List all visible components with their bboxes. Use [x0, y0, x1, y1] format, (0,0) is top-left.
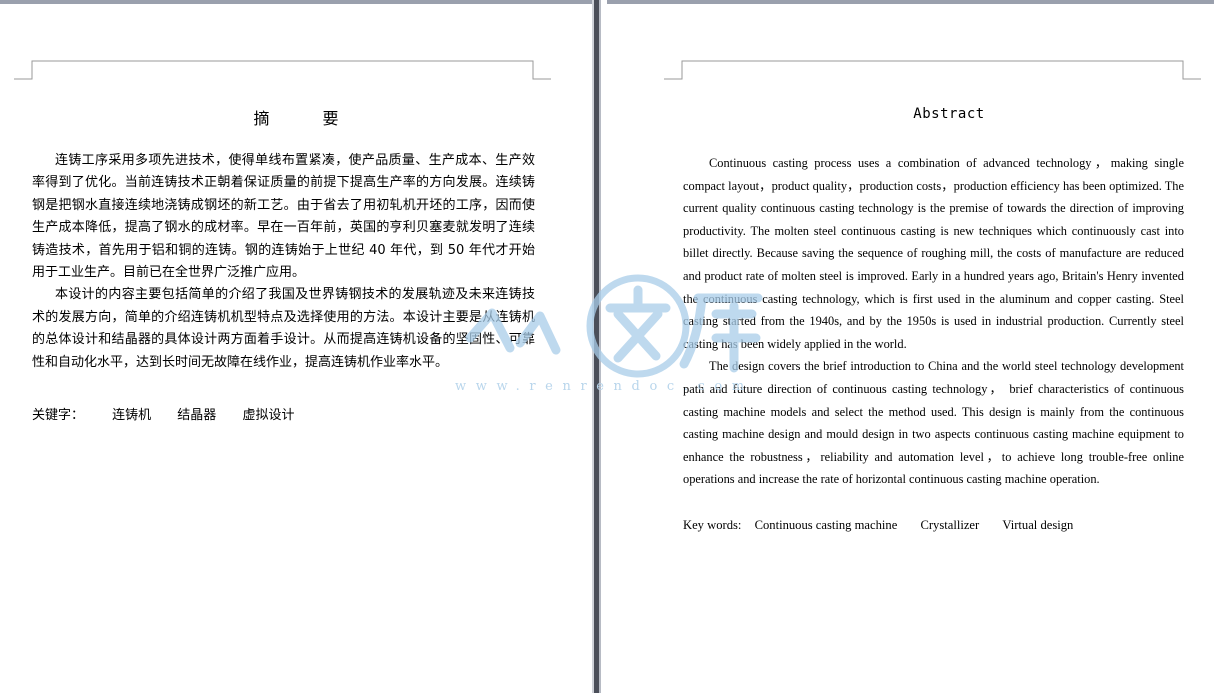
keyword: 结晶器 [177, 408, 217, 423]
keywords-line-zh: 关键字： 连铸机 结晶器 虚拟设计 [32, 404, 316, 423]
keyword: Continuous casting machine [754, 518, 898, 532]
page-title: Abstract [913, 106, 985, 122]
page-header-corner-marks [609, 4, 1214, 94]
paragraph: 本设计的内容主要包括简单的介绍了我国及世界铸钢技术的发展轨迹及未来连铸技术的发展… [32, 287, 535, 370]
paragraph: Continuous casting process uses a combin… [683, 156, 1184, 351]
keyword: 连铸机 [112, 408, 152, 423]
keyword: Virtual design [1002, 518, 1074, 532]
abstract-body-en: Continuous casting process uses a combin… [683, 152, 1184, 491]
keywords-label: 关键字： [32, 408, 85, 423]
paragraph: 连铸工序采用多项先进技术，使得单线布置紧凑，使产品质量、生产成本、生产效率得到了… [32, 153, 535, 281]
page-header-corner-marks [0, 4, 592, 94]
keyword: Crystallizer [920, 518, 980, 532]
abstract-body-zh: 连铸工序采用多项先进技术，使得单线布置紧凑，使产品质量、生产成本、生产效率得到了… [32, 150, 535, 374]
keyword: 虚拟设计 [242, 408, 295, 423]
document-page-right: Abstract Continuous casting process uses… [609, 4, 1214, 693]
keywords-line-en: Key words: Continuous casting machine Cr… [683, 518, 1093, 533]
watermark-text: www.renrendoc.com [455, 379, 754, 394]
paragraph: The design covers the brief introduction… [683, 359, 1184, 487]
keywords-label: Key words: [683, 518, 742, 532]
page-title: 摘 要 [253, 109, 363, 128]
document-page-left: 摘 要 连铸工序采用多项先进技术，使得单线布置紧凑，使产品质量、生产成本、生产效… [0, 4, 592, 693]
page-divider [592, 0, 607, 693]
